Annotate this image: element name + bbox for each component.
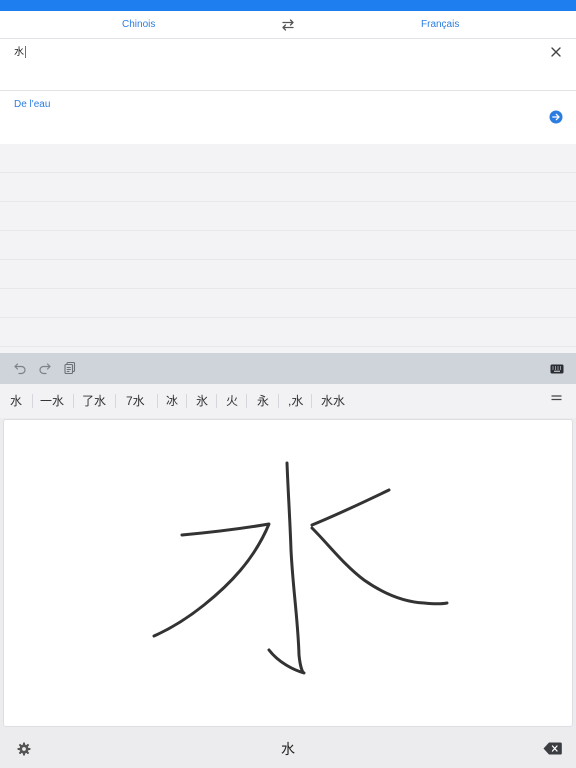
candidate-bar: 水 一水 了水 7水 冰 氷 火 永 ,水 水水: [0, 384, 576, 418]
redo-icon[interactable]: [38, 361, 52, 375]
source-text-value: 水: [14, 47, 24, 58]
handwriting-panel: [0, 418, 576, 730]
source-input-area[interactable]: 水: [0, 39, 576, 91]
candidate-item[interactable]: ,水: [288, 384, 303, 418]
source-text-input[interactable]: 水: [14, 46, 26, 59]
undo-icon[interactable]: [13, 361, 27, 375]
keyboard-icon[interactable]: [550, 363, 564, 375]
candidate-item[interactable]: 冰: [166, 384, 178, 418]
history-row: [0, 144, 576, 173]
history-list: [0, 144, 576, 353]
keyboard-toolbar: [0, 353, 576, 384]
source-language-button[interactable]: Chinois: [122, 11, 155, 39]
target-language-button[interactable]: Français: [421, 11, 459, 39]
stroke-right-upper: [310, 488, 391, 527]
history-row: [0, 202, 576, 231]
candidate-item[interactable]: 一水: [40, 384, 64, 418]
candidate-item[interactable]: 了水: [82, 384, 106, 418]
candidate-item[interactable]: 永: [257, 384, 269, 418]
candidate-separator: [311, 394, 312, 408]
candidate-item[interactable]: 火: [226, 384, 238, 418]
stroke-right-lower: [310, 526, 449, 606]
backspace-icon[interactable]: [543, 742, 562, 755]
history-row: [0, 318, 576, 347]
candidate-separator: [246, 394, 247, 408]
translate-app: Chinois Français 水 De l'eau 水 一水 了水 7水 冰…: [0, 0, 576, 768]
candidate-separator: [157, 394, 158, 408]
translation-text: De l'eau: [14, 99, 51, 110]
keyboard-bottom-bar: 水: [0, 730, 576, 768]
history-row: [0, 289, 576, 318]
history-row: [0, 260, 576, 289]
preview-character[interactable]: 水: [281, 739, 295, 759]
candidate-item[interactable]: 水: [10, 384, 22, 418]
clipboard-icon[interactable]: [63, 361, 77, 375]
candidate-separator: [115, 394, 116, 408]
history-row: [0, 173, 576, 202]
status-bar: [0, 0, 576, 11]
swap-arrows-icon[interactable]: [280, 18, 296, 32]
handwriting-strokes: [152, 461, 449, 675]
text-caret: [25, 46, 26, 59]
language-bar: Chinois Français: [0, 11, 576, 39]
candidate-separator: [186, 394, 187, 408]
close-icon[interactable]: [550, 46, 562, 58]
stroke-left-diagonal: [152, 522, 271, 638]
handwriting-canvas[interactable]: [3, 419, 573, 727]
history-row: [0, 231, 576, 260]
gear-icon[interactable]: [17, 742, 31, 756]
menu-icon[interactable]: [551, 394, 562, 402]
translation-result[interactable]: De l'eau: [0, 91, 576, 144]
candidate-item[interactable]: 7水: [126, 384, 145, 418]
arrow-right-circle-icon[interactable]: [549, 110, 563, 124]
candidate-item[interactable]: 氷: [196, 384, 208, 418]
candidate-separator: [278, 394, 279, 408]
candidate-item[interactable]: 水水: [321, 384, 345, 418]
stroke-vertical-hook: [267, 461, 306, 675]
candidate-separator: [73, 394, 74, 408]
candidate-separator: [32, 394, 33, 408]
candidate-separator: [216, 394, 217, 408]
